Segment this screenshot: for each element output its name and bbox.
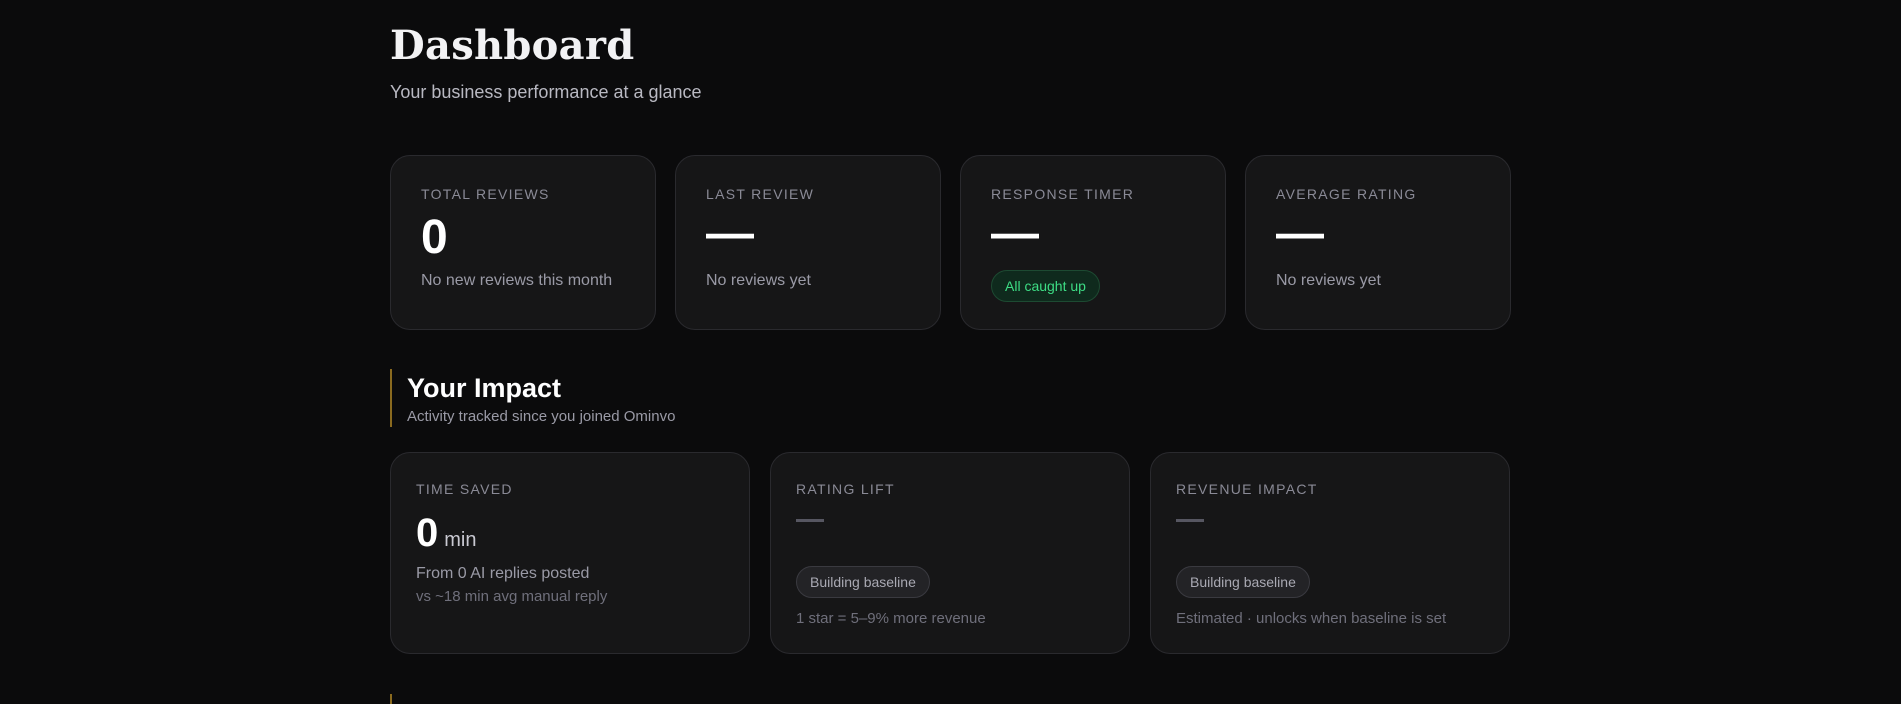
card-label: RATING LIFT — [796, 481, 895, 497]
last-review-value: — — [706, 207, 754, 260]
time-saved-card: TIME SAVED 0 min From 0 AI replies posted… — [390, 452, 750, 654]
time-saved-number: 0 — [416, 511, 439, 555]
card-subnote: vs ~18 min avg manual reply — [416, 588, 608, 605]
status-badge: Building baseline — [1176, 566, 1310, 598]
page-title: Dashboard — [390, 22, 635, 69]
status-badge: All caught up — [991, 270, 1100, 302]
next-section-accent-bar — [390, 694, 392, 704]
revenue-impact-card: REVENUE IMPACT Building baseline Estimat… — [1150, 452, 1510, 654]
last-review-card: LAST REVIEW — No reviews yet — [675, 155, 941, 330]
card-note: No reviews yet — [1276, 272, 1381, 289]
card-note: No new reviews this month — [421, 272, 613, 289]
time-saved-value: 0 min — [416, 511, 476, 556]
total-reviews-value: 0 — [421, 211, 448, 264]
card-note: From 0 AI replies posted — [416, 565, 590, 582]
section-accent-bar — [390, 369, 392, 427]
section-title: Your Impact — [407, 373, 562, 403]
card-label: TIME SAVED — [416, 481, 513, 497]
empty-value-dash — [796, 519, 824, 522]
card-note: Estimated · unlocks when baseline is set — [1176, 610, 1447, 627]
status-badge: Building baseline — [796, 566, 930, 598]
average-rating-card: AVERAGE RATING — No reviews yet — [1245, 155, 1511, 330]
card-label: RESPONSE TIMER — [991, 186, 1135, 202]
response-timer-value: — — [991, 207, 1039, 260]
card-label: TOTAL REVIEWS — [421, 186, 550, 202]
card-label: AVERAGE RATING — [1276, 186, 1417, 202]
rating-lift-card: RATING LIFT Building baseline 1 star = 5… — [770, 452, 1130, 654]
card-note: No reviews yet — [706, 272, 811, 289]
total-reviews-card: TOTAL REVIEWS 0 No new reviews this mont… — [390, 155, 656, 330]
section-subtitle: Activity tracked since you joined Ominvo — [407, 408, 676, 425]
response-timer-card: RESPONSE TIMER — All caught up — [960, 155, 1226, 330]
card-note: 1 star = 5–9% more revenue — [796, 610, 986, 627]
card-label: REVENUE IMPACT — [1176, 481, 1318, 497]
page-subtitle: Your business performance at a glance — [390, 82, 702, 102]
time-saved-unit: min — [444, 529, 477, 551]
average-rating-value: — — [1276, 207, 1324, 260]
empty-value-dash — [1176, 519, 1204, 522]
card-label: LAST REVIEW — [706, 186, 815, 202]
